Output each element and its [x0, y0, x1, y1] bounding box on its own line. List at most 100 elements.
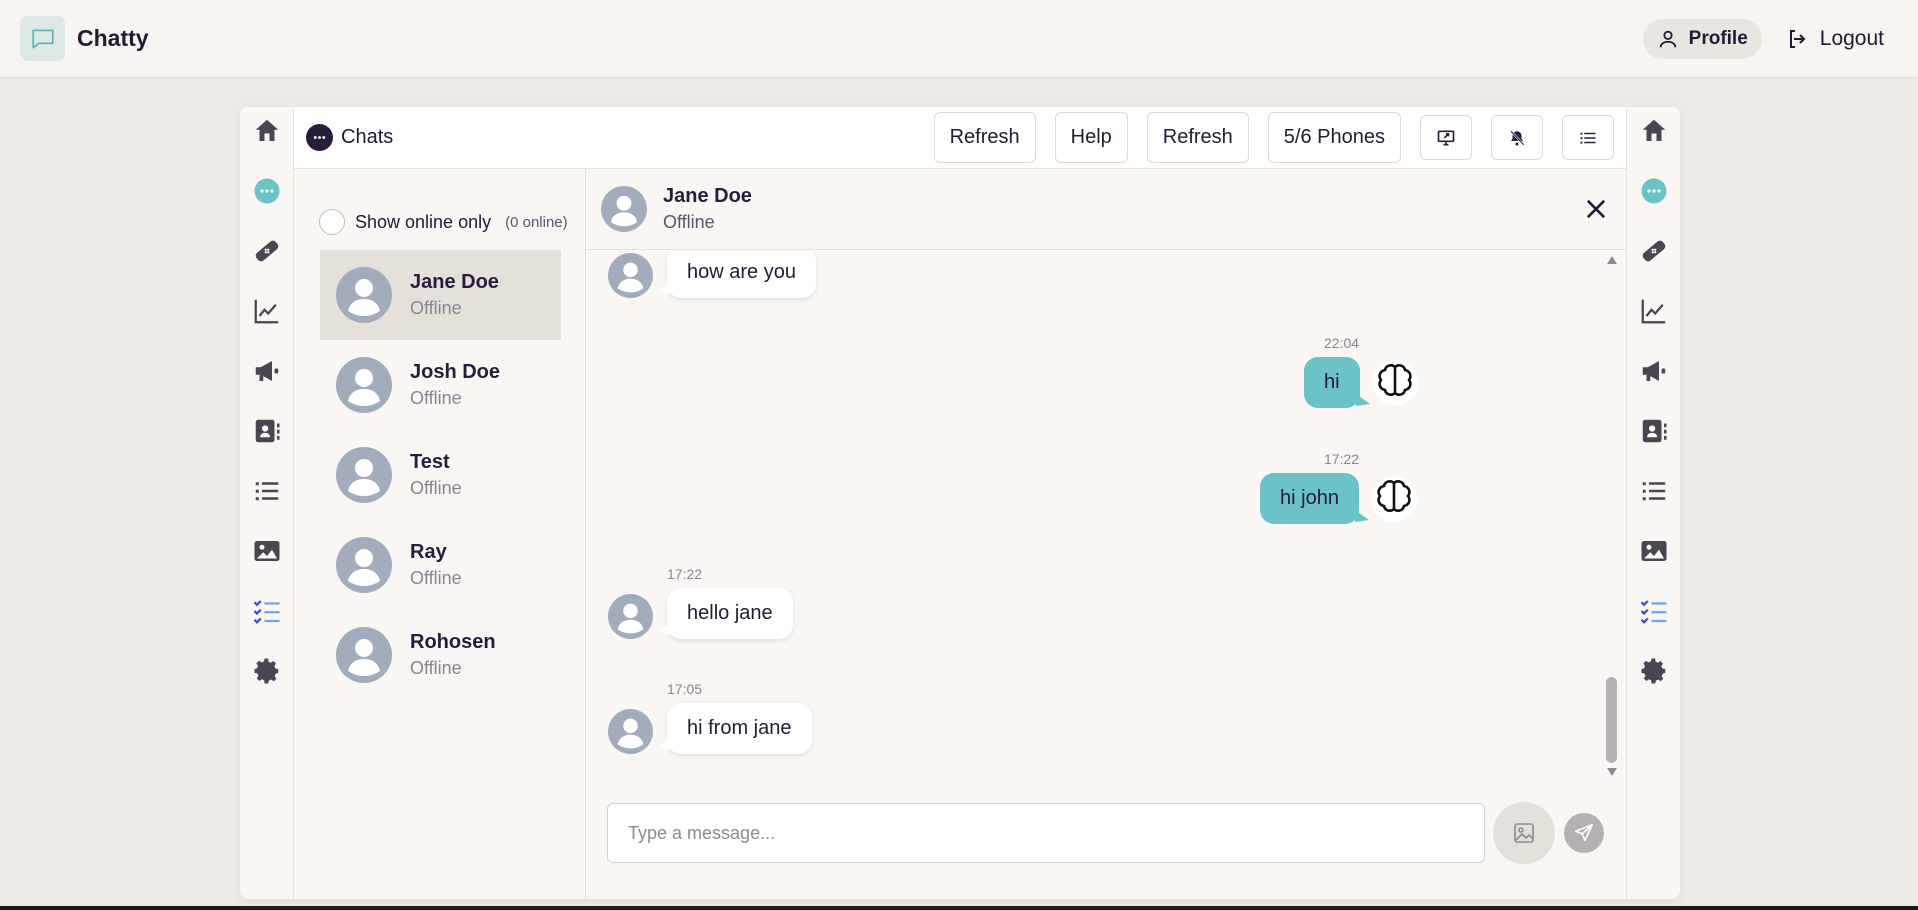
- list-icon[interactable]: [1634, 471, 1674, 511]
- contact-status: Offline: [410, 298, 462, 318]
- home-icon[interactable]: [1634, 111, 1674, 151]
- message-outgoing: hi: [1304, 357, 1418, 408]
- message-incoming: how are you: [608, 251, 816, 298]
- user-icon: [1659, 30, 1676, 47]
- chat-bubble-icon: [306, 124, 333, 151]
- screen-bottom-edge: [0, 906, 1918, 910]
- gear-icon[interactable]: [1634, 651, 1674, 691]
- message-incoming: hello jane: [608, 588, 793, 639]
- bandage-icon[interactable]: [1634, 231, 1674, 271]
- avatar-icon: [601, 186, 647, 232]
- top-navbar: Chatty Profile Logout: [0, 0, 1918, 78]
- brain-icon[interactable]: [1371, 359, 1418, 406]
- chat-icon[interactable]: [247, 171, 287, 211]
- message-list[interactable]: how are you 22:04 hi 17:22 hi john 17:22: [587, 251, 1626, 778]
- chat-card: Chats Refresh Help Refresh 5/6 Phones Sh…: [240, 107, 1680, 899]
- checklist-icon[interactable]: [247, 591, 287, 631]
- scroll-down-arrow-icon[interactable]: [1606, 767, 1618, 777]
- message-outgoing: hi john: [1260, 473, 1417, 524]
- chart-line-icon[interactable]: [247, 291, 287, 331]
- conversation-pane: Jane Doe Offline how are you 22:04 hi 17…: [587, 169, 1626, 899]
- bell-slash-icon: [1510, 129, 1525, 146]
- home-icon[interactable]: [247, 111, 287, 151]
- list-icon[interactable]: [247, 471, 287, 511]
- scrollbar-thumb[interactable]: [1606, 677, 1617, 763]
- contact-item-josh-doe[interactable]: Josh Doe Offline: [320, 340, 561, 430]
- avatar-icon: [608, 594, 653, 639]
- chat-logo-icon[interactable]: [20, 16, 65, 61]
- message-bubble: hi: [1304, 357, 1370, 408]
- contact-status: Offline: [410, 388, 462, 408]
- chats-title: Chats: [306, 124, 393, 151]
- message-time: 17:22: [667, 566, 703, 582]
- monitor-share-icon: [1437, 130, 1455, 145]
- conversation-header: Jane Doe Offline: [587, 169, 1626, 250]
- message-bubble: how are you: [658, 251, 816, 298]
- megaphone-icon[interactable]: [1634, 351, 1674, 391]
- message-bubble: hi from jane: [658, 703, 812, 754]
- right-icon-rail: [1626, 107, 1680, 899]
- send-button[interactable]: [1564, 813, 1604, 853]
- avatar-icon: [336, 447, 392, 503]
- refresh-button[interactable]: Refresh: [933, 112, 1036, 163]
- list-icon: [1580, 132, 1596, 144]
- contact-status: Offline: [410, 658, 462, 678]
- attach-image-button[interactable]: [1493, 802, 1555, 864]
- address-book-icon[interactable]: [247, 411, 287, 451]
- contact-name: Rohosen: [410, 631, 496, 653]
- image-icon[interactable]: [247, 531, 287, 571]
- avatar-icon: [608, 709, 653, 754]
- contact-status: Offline: [410, 568, 462, 588]
- address-book-icon[interactable]: [1634, 411, 1674, 451]
- message-incoming: hi from jane: [608, 703, 812, 754]
- gear-icon[interactable]: [247, 651, 287, 691]
- menu-list-button[interactable]: [1562, 115, 1614, 160]
- brain-icon[interactable]: [1370, 475, 1417, 522]
- avatar-icon: [336, 357, 392, 413]
- profile-label: Profile: [1688, 27, 1748, 49]
- avatar-icon: [336, 267, 392, 323]
- image-icon: [1514, 823, 1534, 843]
- phones-button[interactable]: 5/6 Phones: [1267, 112, 1401, 163]
- chat-toolbar: Chats Refresh Help Refresh 5/6 Phones: [294, 107, 1626, 169]
- scroll-up-arrow-icon[interactable]: [1606, 255, 1618, 265]
- mute-notifications-button[interactable]: [1491, 115, 1543, 160]
- close-icon[interactable]: [1582, 195, 1610, 223]
- help-button[interactable]: Help: [1054, 112, 1128, 163]
- message-time: 17:22: [1324, 451, 1360, 467]
- logout-button[interactable]: Logout: [1772, 19, 1898, 59]
- logout-label: Logout: [1819, 26, 1884, 50]
- contacts-panel: Show online only (0 online) Jane Doe Off…: [294, 169, 586, 899]
- conversation-contact-status: Offline: [663, 212, 715, 232]
- avatar-icon: [608, 253, 653, 298]
- contact-name: Jane Doe: [410, 271, 499, 293]
- avatar-icon: [336, 627, 392, 683]
- contact-item-rohosen[interactable]: Rohosen Offline: [320, 610, 561, 700]
- chats-title-label: Chats: [341, 126, 394, 148]
- contact-name: Josh Doe: [410, 361, 501, 383]
- message-bubble: hi john: [1260, 473, 1369, 524]
- left-icon-rail: [240, 107, 294, 899]
- contact-name: Test: [410, 451, 450, 473]
- conversation-contact-name: Jane Doe: [663, 185, 752, 207]
- bandage-icon[interactable]: [247, 231, 287, 271]
- avatar-icon: [336, 537, 392, 593]
- online-only-radio[interactable]: [319, 209, 345, 235]
- online-count: (0 online): [505, 213, 568, 231]
- contact-item-ray[interactable]: Ray Offline: [320, 520, 561, 610]
- app-name[interactable]: Chatty: [77, 25, 149, 52]
- message-input[interactable]: [607, 803, 1485, 863]
- chat-icon[interactable]: [1634, 171, 1674, 211]
- image-icon[interactable]: [1634, 531, 1674, 571]
- online-only-label: Show online only: [355, 211, 492, 232]
- profile-button[interactable]: Profile: [1642, 18, 1762, 59]
- megaphone-icon[interactable]: [247, 351, 287, 391]
- online-only-toggle[interactable]: Show online only (0 online): [319, 209, 568, 235]
- checklist-icon[interactable]: [1634, 591, 1674, 631]
- refresh-button-secondary[interactable]: Refresh: [1146, 112, 1249, 163]
- contact-name: Ray: [410, 541, 447, 563]
- chart-line-icon[interactable]: [1634, 291, 1674, 331]
- contact-item-jane-doe[interactable]: Jane Doe Offline: [320, 250, 561, 340]
- desktop-share-button[interactable]: [1420, 115, 1472, 160]
- contact-item-test[interactable]: Test Offline: [320, 430, 561, 520]
